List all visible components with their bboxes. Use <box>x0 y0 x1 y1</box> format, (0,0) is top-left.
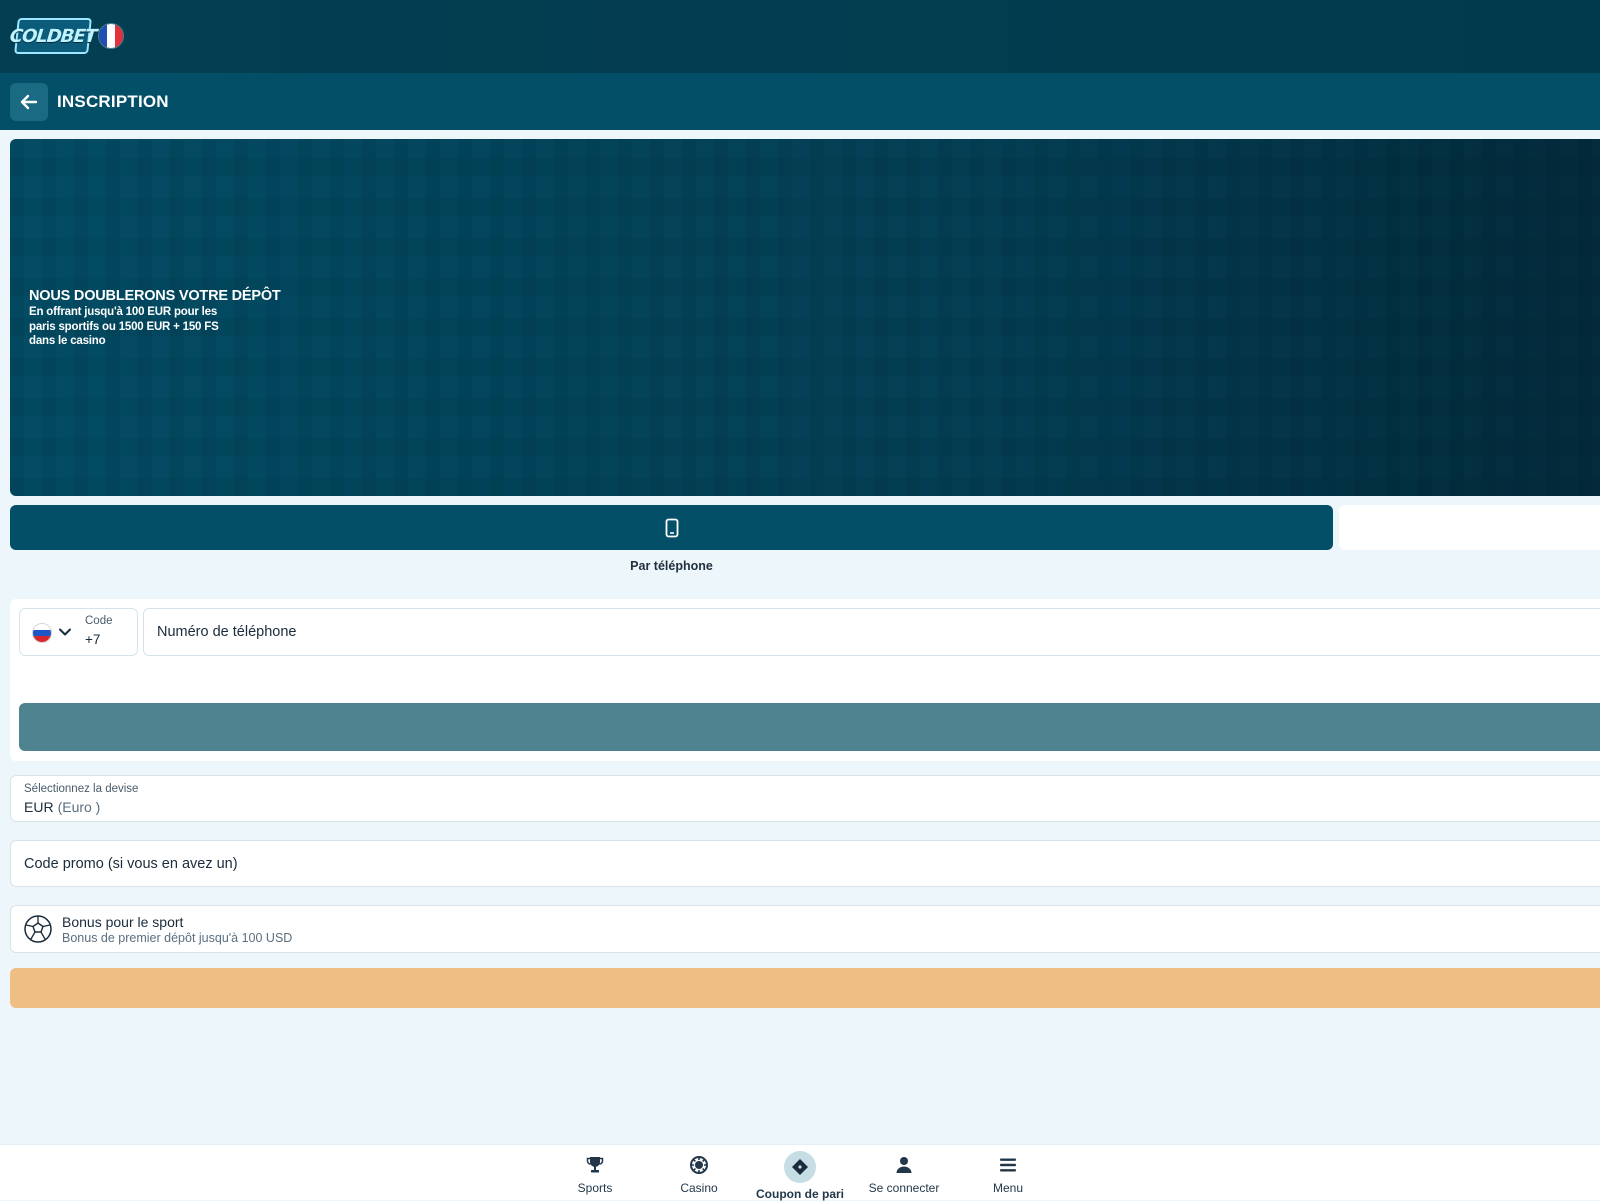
mobile-phone-icon <box>665 518 678 537</box>
code-caption: Code <box>85 615 113 627</box>
tab-by-phone-label: Par téléphone <box>630 559 713 573</box>
bottom-nav: Sports Casino Coupon de pari Se connecte… <box>0 1144 1600 1201</box>
currency-select[interactable]: Sélectionnez la devise EUR (Euro ) <box>10 775 1600 822</box>
country-code-select[interactable]: Code +7 <box>19 608 138 656</box>
back-button[interactable] <box>10 83 48 121</box>
user-icon <box>896 1157 912 1173</box>
chevron-down-icon <box>59 628 71 636</box>
code-value: +7 <box>85 632 101 647</box>
nav-item-coupon[interactable]: Coupon de pari <box>748 1145 852 1201</box>
banner-text: NOUS DOUBLERONS VOTRE DÉPÔT En offrant j… <box>29 288 281 349</box>
nav-item-menu[interactable]: Menu <box>956 1145 1060 1201</box>
banner-subtext: En offrant jusqu'à 100 EUR pour les pari… <box>29 306 219 347</box>
register-button[interactable] <box>10 968 1600 1008</box>
page-titlebar: INSCRIPTION <box>0 73 1600 130</box>
soccer-ball-icon <box>24 915 52 943</box>
coldbet-logo[interactable]: COLDBET <box>9 18 97 54</box>
casino-chip-icon <box>690 1156 708 1174</box>
currency-name: (Euro ) <box>57 799 101 815</box>
tab-other-method[interactable] <box>1339 505 1600 550</box>
hamburger-menu-icon <box>1000 1158 1016 1172</box>
nav-item-casino[interactable]: Casino <box>647 1145 751 1201</box>
promo-code-input[interactable] <box>10 840 1600 887</box>
nav-label-coupon: Coupon de pari <box>756 1187 844 1201</box>
promo-banner[interactable]: NOUS DOUBLERONS VOTRE DÉPÔT En offrant j… <box>10 139 1600 496</box>
bonus-title: Bonus pour le sport <box>62 914 184 930</box>
currency-code: EUR <box>24 799 54 815</box>
bonus-subtitle: Bonus de premier dépôt jusqu'à 100 USD <box>62 931 293 945</box>
flag-france-icon[interactable] <box>98 23 124 49</box>
arrow-left-icon <box>20 94 38 110</box>
currency-caption: Sélectionnez la devise <box>24 783 139 795</box>
currency-value: EUR (Euro ) <box>24 799 100 815</box>
top-header: COLDBET <box>0 0 1600 73</box>
banner-headline: NOUS DOUBLERONS VOTRE DÉPÔT <box>29 288 281 304</box>
nav-item-sports[interactable]: Sports <box>543 1145 647 1201</box>
trophy-icon <box>586 1157 604 1173</box>
send-code-button[interactable] <box>19 703 1600 751</box>
nav-item-login[interactable]: Se connecter <box>852 1145 956 1201</box>
phone-number-input[interactable] <box>143 608 1600 656</box>
logo-text: COLDBET <box>8 25 98 47</box>
nav-label-sports: Sports <box>577 1181 613 1195</box>
nav-label-login: Se connecter <box>868 1181 940 1195</box>
ticket-icon <box>792 1159 808 1175</box>
nav-label-menu: Menu <box>992 1181 1024 1195</box>
page-title: INSCRIPTION <box>57 92 169 111</box>
tab-by-phone[interactable] <box>10 505 1333 550</box>
bonus-select[interactable]: Bonus pour le sport Bonus de premier dép… <box>10 905 1600 953</box>
nav-label-casino: Casino <box>680 1181 718 1195</box>
flag-russia-icon <box>32 623 52 643</box>
